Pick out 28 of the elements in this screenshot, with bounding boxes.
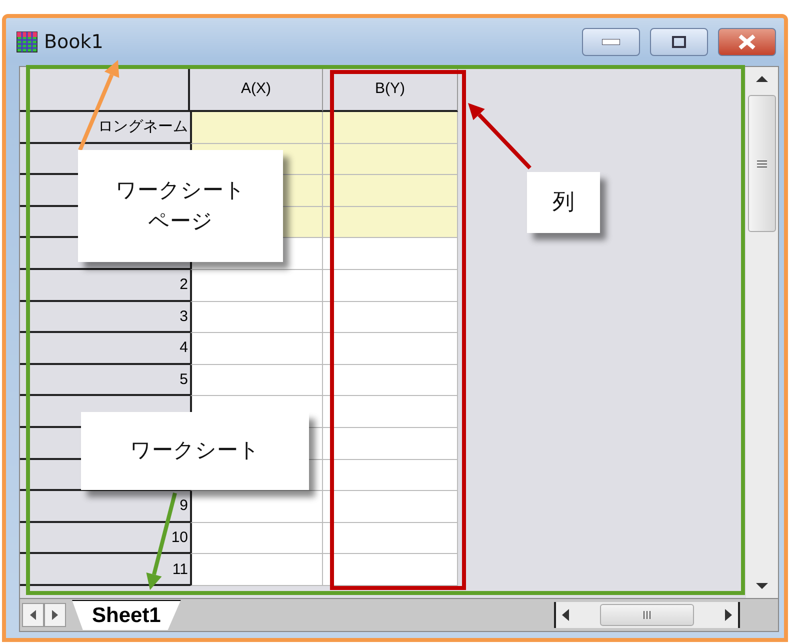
next-sheet-button[interactable] <box>44 603 66 627</box>
down-arrow-icon <box>756 582 768 590</box>
maximize-button[interactable] <box>650 28 708 56</box>
grip-icon <box>756 158 768 168</box>
previous-sheet-button[interactable] <box>22 603 44 627</box>
window-title: Book1 <box>44 31 104 53</box>
horizontal-scrollbar[interactable] <box>554 602 740 628</box>
row-header[interactable]: 10 <box>20 522 190 554</box>
up-arrow-icon <box>756 75 768 83</box>
sheet-tab[interactable]: Sheet1 <box>72 600 181 630</box>
left-arrow-icon <box>562 609 569 621</box>
callout-label: ワークシート <box>81 412 309 490</box>
vertical-scrollbar[interactable] <box>746 67 778 598</box>
grip-icon <box>642 610 652 620</box>
minimize-icon <box>602 39 620 45</box>
worksheet-icon <box>16 31 38 53</box>
right-arrow-icon <box>725 609 732 621</box>
annotation-arrow <box>468 103 532 170</box>
close-icon <box>737 34 757 50</box>
right-arrow-icon <box>52 610 58 620</box>
callout-label: 列 <box>527 172 600 233</box>
left-arrow-icon <box>30 610 36 620</box>
row-header[interactable]: 3 <box>20 302 190 334</box>
callout-label: ワークシートページ <box>78 150 283 262</box>
maximize-icon <box>672 36 686 48</box>
close-button[interactable] <box>718 28 776 56</box>
minimize-button[interactable] <box>582 28 640 56</box>
column-header[interactable]: A(X) <box>190 67 323 112</box>
